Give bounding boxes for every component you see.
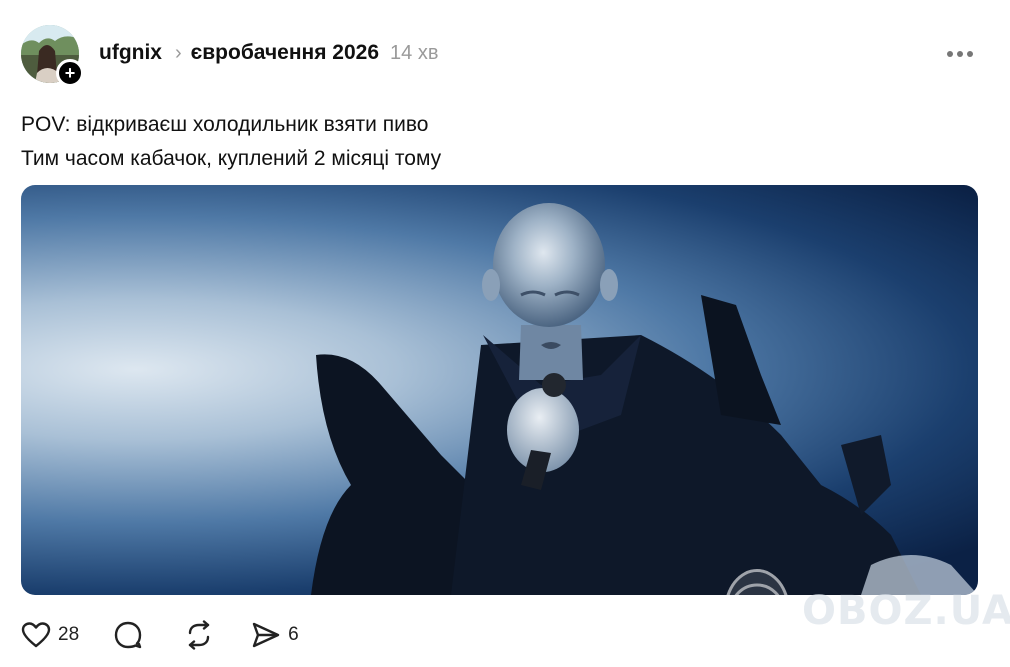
like-count: 28 [58,624,80,645]
comment-button[interactable] [113,620,150,650]
like-button[interactable]: 28 [21,621,79,649]
share-count: 6 [288,624,299,645]
topic-tag[interactable]: євробачення 2026 [191,41,379,65]
follow-button[interactable]: + [56,59,84,87]
performer-illustration [311,203,978,595]
heart-icon [21,622,51,648]
plus-icon: + [64,63,76,83]
send-icon [252,622,280,648]
repost-button[interactable] [184,620,221,650]
post-text-line: Тим часом кабачок, куплений 2 місяці том… [21,147,442,170]
post-actions: 28 6 [21,618,299,652]
post-time: 14 хв [390,42,439,64]
repost-icon [188,620,210,650]
chevron-right-icon: › [175,42,182,64]
post-text-line: POV: відкриваєш холодильник взяти пиво [21,113,429,136]
more-options-button[interactable] [943,39,977,69]
post-image[interactable] [21,185,978,595]
username[interactable]: ufgnix [99,41,162,65]
comment-icon [114,621,142,649]
post-meta: ufgnix › євробачення 2026 14 хв [99,41,438,65]
share-button[interactable]: 6 [251,621,299,649]
more-horizontal-icon [947,51,953,57]
post-header: + ufgnix › євробачення 2026 14 хв [21,25,981,87]
post-text: POV: відкриваєш холодильник взяти пиво Т… [21,108,441,176]
